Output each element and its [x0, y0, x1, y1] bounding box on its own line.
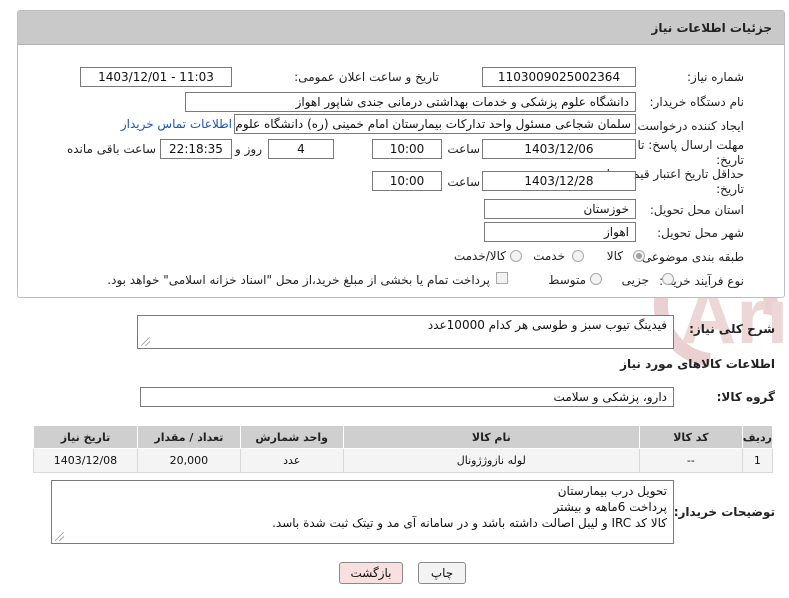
category-radio-goods[interactable] [633, 250, 645, 262]
province-label: استان محل تحویل: [649, 203, 744, 217]
col-need-date: تاریخ نیاز [33, 425, 138, 449]
cell-code: -- [639, 448, 743, 473]
category-radio-goods-service[interactable] [510, 250, 522, 262]
validity-label-line2: تاریخ: [716, 182, 744, 196]
resize-grip-icon[interactable] [55, 532, 64, 541]
buyer-notes-textarea: تحویل درب بیمارستان پرداخت 6ماهه و بیشتر… [51, 480, 674, 544]
days-label: روز و [235, 142, 262, 156]
cell-unit: عدد [239, 448, 344, 473]
need-number-field: 1103009025002364 [482, 67, 636, 87]
col-code: کد کالا [639, 425, 743, 449]
description-text: فیدینگ تیوب سبز و طوسی هر کدام 10000عدد [427, 318, 667, 332]
buyer-notes-line-3: کالا کد IRC و لیبل اصالت داشته باشد و در… [272, 516, 667, 530]
description-textarea: فیدینگ تیوب سبز و طوسی هر کدام 10000عدد [137, 315, 674, 349]
creator-label: ایجاد کننده درخواست: [633, 119, 744, 133]
col-name: نام کالا [342, 425, 641, 449]
remaining-time-label: ساعت باقی مانده [66, 142, 156, 156]
treasury-payment-note: پرداخت تمام یا بخشی از مبلغ خرید،از محل … [107, 273, 490, 287]
city-label: شهر محل تحویل: [657, 226, 744, 240]
goods-section-title: اطلاعات کالاهای مورد نیاز [620, 357, 775, 371]
process-radio-minor[interactable] [662, 273, 674, 285]
goods-group-field: دارو، پزشکی و سلامت [140, 387, 674, 407]
col-unit: واحد شمارش [239, 425, 344, 449]
process-option-minor: جزیی [621, 273, 649, 287]
col-quantity: تعداد / مقدار [136, 425, 241, 449]
back-button[interactable]: بازگشت [339, 562, 403, 584]
buyer-org-field: دانشگاه علوم پزشکی و خدمات بهداشتی درمان… [185, 92, 636, 112]
announce-date-field: 1403/12/01 - 11:03 [80, 67, 232, 87]
description-label: شرح کلی نیاز: [689, 322, 775, 336]
category-radio-service[interactable] [572, 250, 584, 262]
buyer-notes-line-1: تحویل درب بیمارستان [557, 484, 667, 498]
category-label: طبقه بندی موضوعی: [637, 250, 744, 264]
category-option-service: خدمت [533, 249, 565, 263]
goods-table-header: ردیف کد کالا نام کالا واحد شمارش تعداد /… [33, 425, 774, 449]
days-remaining-field: 4 [268, 139, 334, 159]
buyer-notes-label: توضیحات خریدار: [673, 505, 775, 519]
province-field: خوزستان [484, 199, 636, 219]
validity-date-field: 1403/12/28 [482, 171, 636, 191]
goods-table: ردیف کد کالا نام کالا واحد شمارش تعداد /… [33, 425, 774, 473]
deadline-label-line2: تاریخ: [716, 153, 744, 167]
process-radio-medium[interactable] [590, 273, 602, 285]
buyer-notes-line-2: پرداخت 6ماهه و بیشتر [553, 500, 667, 514]
announce-date-label: تاریخ و ساعت اعلان عمومی: [294, 70, 439, 84]
deadline-date-field: 1403/12/06 [482, 139, 636, 159]
table-row[interactable]: 1 -- لوله نازوژژونال عدد 20,000 1403/12/… [33, 448, 774, 473]
cell-name: لوله نازوژژونال [342, 448, 641, 473]
cell-quantity: 20,000 [136, 448, 241, 473]
panel-title: جزئیات اطلاعات نیاز [18, 11, 784, 45]
treasury-payment-checkbox[interactable] [496, 272, 508, 284]
resize-grip-icon[interactable] [141, 337, 150, 346]
category-option-goods: کالا [606, 249, 623, 263]
cell-row: 1 [741, 448, 774, 473]
city-field: اهواز [484, 222, 636, 242]
cell-need-date: 1403/12/08 [33, 448, 138, 473]
col-row: ردیف [741, 425, 774, 449]
remaining-time-field: 22:18:35 [160, 139, 232, 159]
goods-group-label: گروه کالا: [716, 390, 775, 404]
buyer-contact-link[interactable]: اطلاعات تماس خریدار [121, 117, 232, 131]
need-number-label: شماره نیاز: [687, 70, 744, 84]
print-button[interactable]: چاپ [418, 562, 466, 584]
creator-field: سلمان شجاعی مسئول واحد تدارکات بیمارستان… [234, 114, 636, 134]
buyer-org-label: نام دستگاه خریدار: [649, 95, 745, 109]
deadline-time-field: 10:00 [372, 139, 442, 159]
process-option-medium: متوسط [548, 273, 586, 287]
deadline-label-line1: مهلت ارسال پاسخ: تا [637, 138, 744, 152]
deadline-time-label: ساعت [447, 142, 480, 156]
category-option-goods-service: کالا/خدمت [453, 249, 506, 263]
validity-time-field: 10:00 [372, 171, 442, 191]
validity-time-label: ساعت [447, 175, 480, 189]
